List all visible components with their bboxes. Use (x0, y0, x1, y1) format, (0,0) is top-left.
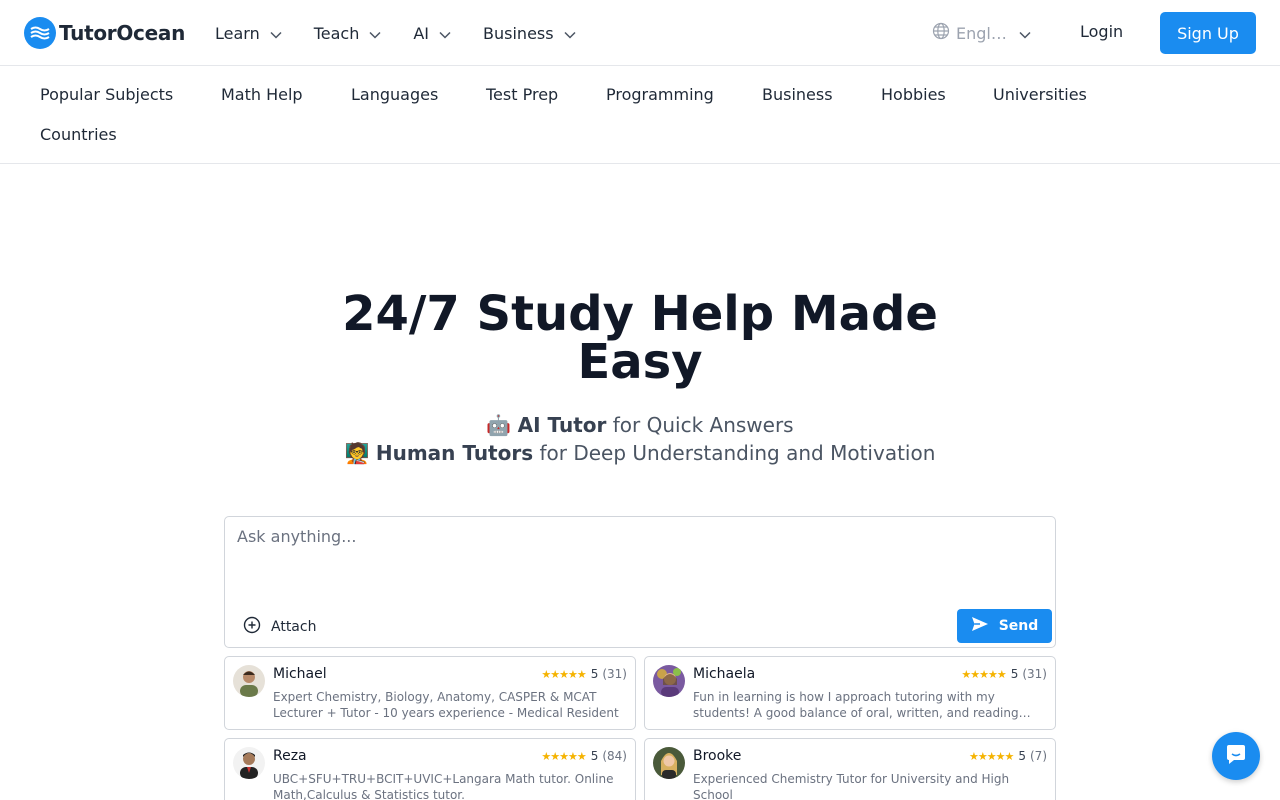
subject-link-popular[interactable]: Popular Subjects (40, 85, 173, 104)
robot-icon: 🤖 (486, 413, 512, 437)
subject-link-countries[interactable]: Countries (40, 125, 117, 144)
subject-link-business[interactable]: Business (762, 85, 833, 104)
people-icon: 🧑‍🏫 (344, 441, 370, 465)
subject-link-math-help[interactable]: Math Help (221, 85, 303, 104)
globe-icon (932, 22, 950, 44)
ask-input[interactable] (237, 527, 1037, 587)
nav-label: Teach (313, 23, 360, 43)
avatar (233, 665, 265, 697)
chevron-down-icon (439, 24, 451, 43)
language-label: Engl… (956, 23, 1007, 43)
chat-bubble-icon (1224, 742, 1248, 770)
star-rating-icon: ★★★★★ (961, 667, 1006, 681)
language-selector[interactable]: Engl… (932, 22, 1031, 44)
chevron-down-icon (1019, 24, 1031, 43)
tutor-rating: ★★★★★ 5 (7) (969, 749, 1047, 763)
hero-title: 24/7 Study Help Made Easy (342, 286, 938, 390)
avatar (233, 747, 265, 779)
review-count: (7) (1030, 749, 1047, 763)
ask-box: Attach Send (224, 516, 1056, 648)
nav-learn[interactable]: Learn (215, 24, 282, 43)
wave-logo-icon (24, 17, 56, 49)
hero-ai-rest: for Quick Answers (606, 413, 794, 437)
signup-button[interactable]: Sign Up (1160, 12, 1256, 54)
review-count: (31) (602, 667, 627, 681)
tutor-description: Experienced Chemistry Tutor for Universi… (693, 772, 1010, 800)
logo[interactable]: TutorOcean (24, 17, 185, 49)
rating-value: 5 (590, 667, 599, 681)
tutor-card[interactable]: Reza ★★★★★ 5 (84) UBC+SFU+TRU+BCIT+UVIC+… (224, 738, 636, 800)
hero-ai-bold: AI Tutor (517, 413, 607, 437)
login-link[interactable]: Login (1080, 22, 1123, 41)
tutor-card[interactable]: Michaela ★★★★★ 5 (31) Fun in learning is… (644, 656, 1056, 730)
tutor-card[interactable]: Brooke ★★★★★ 5 (7) Experienced Chemistry… (644, 738, 1056, 800)
tutor-rating: ★★★★★ 5 (84) (541, 749, 627, 763)
nav-business[interactable]: Business (483, 24, 576, 43)
tutor-name: Brooke (693, 748, 742, 764)
avatar (653, 665, 685, 697)
plus-circle-icon (243, 616, 261, 638)
nav-label: AI (413, 23, 430, 43)
attach-button[interactable]: Attach (243, 616, 316, 638)
review-count: (31) (1022, 667, 1047, 681)
top-navigation-bar: TutorOcean Learn Teach AI Business Engl…… (0, 0, 1280, 66)
subject-link-programming[interactable]: Programming (606, 85, 714, 104)
chevron-down-icon (270, 24, 282, 43)
rating-value: 5 (1018, 749, 1026, 763)
tutor-description: UBC+SFU+TRU+BCIT+UVIC+Langara Math tutor… (273, 772, 614, 800)
chat-launcher-button[interactable] (1212, 732, 1260, 780)
attach-label: Attach (271, 619, 317, 635)
tutor-name: Michael (273, 666, 327, 682)
star-rating-icon: ★★★★★ (969, 749, 1014, 763)
chevron-down-icon (369, 24, 381, 43)
send-label: Send (998, 618, 1039, 634)
hero-line-human: 🧑‍🏫 Human Tutors for Deep Understanding … (240, 441, 1040, 465)
avatar (653, 747, 685, 779)
nav-label: Learn (215, 23, 260, 43)
star-rating-icon: ★★★★★ (541, 749, 586, 763)
tutor-name: Michaela (693, 666, 756, 682)
tutor-rating: ★★★★★ 5 (31) (541, 667, 627, 681)
tutor-card[interactable]: Michael ★★★★★ 5 (31) Expert Chemistry, B… (224, 656, 636, 730)
paper-plane-icon (971, 616, 989, 636)
tutor-name: Reza (273, 748, 307, 764)
subject-link-hobbies[interactable]: Hobbies (881, 85, 946, 104)
subject-link-languages[interactable]: Languages (351, 85, 438, 104)
nav-label: Business (483, 23, 554, 43)
send-button[interactable]: Send (957, 609, 1052, 643)
tutor-description: Fun in learning is how I approach tutori… (693, 690, 1031, 720)
nav-teach[interactable]: Teach (314, 24, 382, 43)
hero-human-rest: for Deep Understanding and Motivation (533, 441, 936, 465)
rating-value: 5 (590, 749, 599, 763)
logo-text: TutorOcean (59, 21, 186, 45)
chevron-down-icon (564, 24, 576, 43)
tutor-description: Expert Chemistry, Biology, Anatomy, CASP… (273, 690, 619, 720)
review-count: (84) (602, 749, 627, 763)
rating-value: 5 (1010, 667, 1019, 681)
subject-link-test-prep[interactable]: Test Prep (486, 85, 558, 104)
main-nav: Learn Teach AI Business (215, 0, 608, 66)
subjects-bar: Popular Subjects Math Help Languages Tes… (0, 67, 1280, 164)
tutor-rating: ★★★★★ 5 (31) (961, 667, 1047, 681)
subject-link-universities[interactable]: Universities (993, 85, 1087, 104)
star-rating-icon: ★★★★★ (541, 667, 586, 681)
hero-line-ai: 🤖 AI Tutor for Quick Answers (240, 413, 1040, 437)
hero-human-bold: Human Tutors (375, 441, 534, 465)
nav-ai[interactable]: AI (413, 24, 451, 43)
